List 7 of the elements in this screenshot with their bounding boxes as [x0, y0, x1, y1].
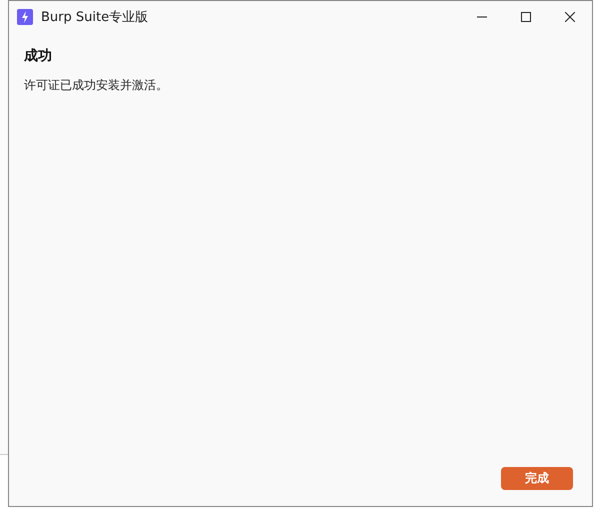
window-title: Burp Suite专业版	[41, 9, 150, 26]
close-icon	[565, 12, 575, 22]
maximize-icon	[521, 12, 531, 22]
dialog-heading: 成功	[24, 47, 53, 65]
app-icon	[17, 9, 33, 25]
dialog-message: 许可证已成功安装并激活。	[24, 77, 169, 94]
finish-button[interactable]: 完成	[501, 467, 573, 490]
